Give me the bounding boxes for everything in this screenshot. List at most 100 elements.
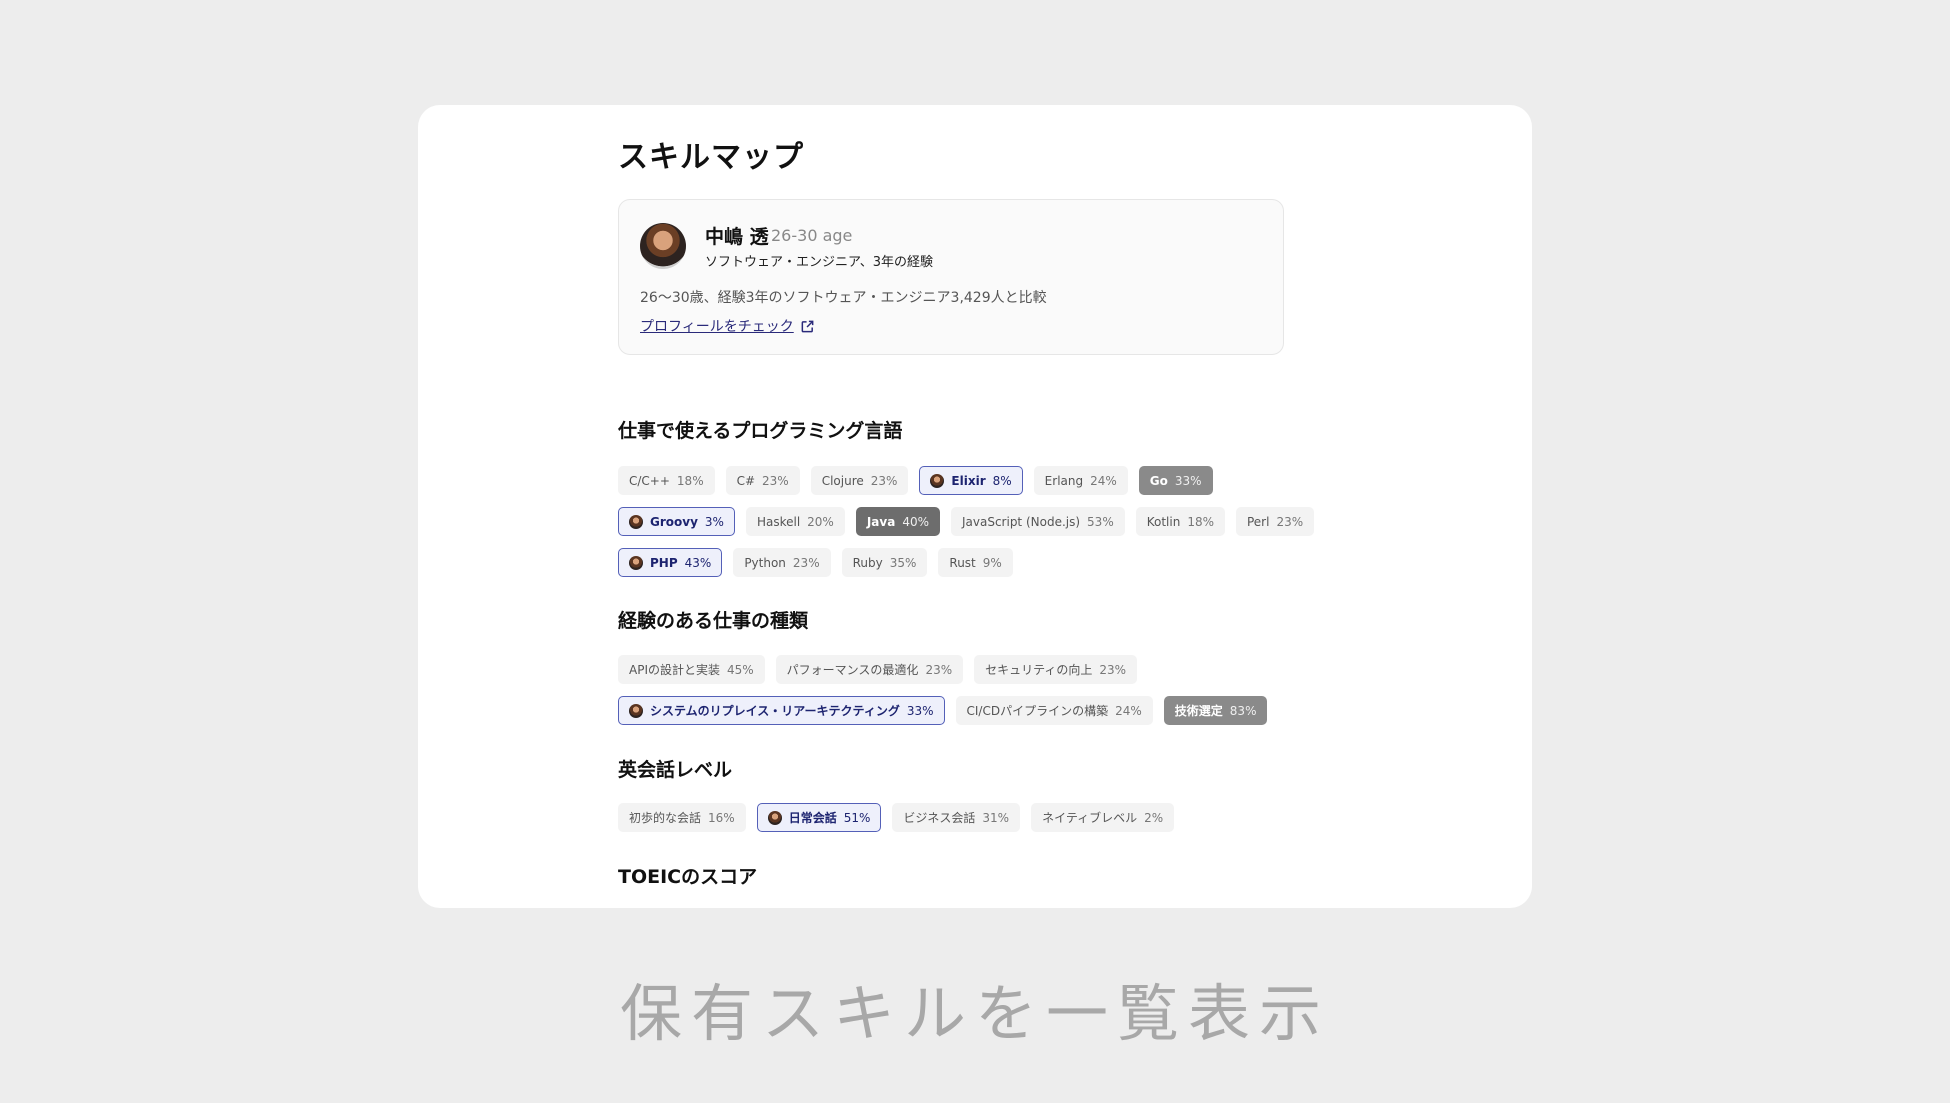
skill-tag-label: Erlang — [1044, 473, 1084, 488]
skill-tag[interactable]: 日常会話 51% — [756, 803, 882, 832]
skill-tag[interactable]: ビジネス会話 31% — [892, 803, 1021, 832]
skill-tag-label: CI/CDパイプラインの構築 — [966, 704, 1109, 718]
skill-tag[interactable]: Rust 9% — [938, 548, 1013, 577]
skill-tag-label: JavaScript (Node.js) — [961, 514, 1081, 529]
skill-tag-percent: 23% — [792, 555, 820, 570]
skill-tag-percent: 8% — [992, 473, 1012, 488]
skill-tag-percent: 83% — [1229, 703, 1257, 718]
avatar — [767, 810, 782, 825]
skill-tag-percent: 23% — [762, 473, 789, 488]
skill-tag-percent: 18% — [676, 473, 704, 488]
skill-tag-label: 技術選定 — [1174, 704, 1223, 718]
skill-tag-label: APIの設計と実装 — [629, 663, 720, 677]
tag-group-languages: C/C++ 18% C# 23% Clojure 23% Elixir 8% Erlang 24%… — [618, 466, 1315, 589]
skill-tag-label: ネイティブレベル — [1042, 811, 1138, 825]
skill-tag-label: C# — [736, 473, 756, 488]
tag-row: C/C++ 18% C# 23% Clojure 23% Elixir 8% Erlang 24%… — [618, 466, 1314, 495]
caption: 保有スキルを一覧表示 — [619, 977, 1330, 1050]
page-title: スキルマップ — [618, 140, 804, 175]
comparison-text: 26〜30歳、経験3年のソフトウェア・エンジニア3,429人と比較 — [640, 290, 1047, 306]
section-title-job-types: 経験のある仕事の種類 — [618, 610, 809, 632]
skill-tag[interactable]: PHP 43% — [618, 548, 723, 577]
skill-tag[interactable]: Ruby 35% — [841, 548, 928, 577]
skill-tag-percent: 23% — [925, 662, 953, 677]
skill-tag-percent: 20% — [807, 514, 834, 529]
tag-group-english-level: 初歩的な会話 16% 日常会話 51% ビジネス会話 31% ネイティブレベル 2% — [618, 803, 1175, 844]
skill-tag-percent: 40% — [902, 514, 929, 529]
tag-row: PHP 43% Python 23% Ruby 35% Rust 9% — [618, 548, 1314, 577]
avatar — [629, 555, 643, 570]
profile-role: ソフトウェア・エンジニア、3年の経験 — [705, 255, 933, 270]
skill-tag[interactable]: Kotlin 18% — [1135, 507, 1225, 536]
skill-tag[interactable]: Clojure 23% — [810, 466, 909, 495]
skill-tag-label: パフォーマンスの最適化 — [786, 663, 919, 677]
skill-tag-label: Python — [744, 555, 786, 570]
skill-tag-label: Ruby — [852, 555, 883, 570]
skill-tag[interactable]: Java 40% — [855, 507, 940, 536]
skill-tag[interactable]: C# 23% — [725, 466, 800, 495]
skill-tag[interactable]: CI/CDパイプラインの構築 24% — [955, 696, 1153, 725]
skill-tag-percent: 35% — [889, 555, 917, 570]
skill-tag-label: C/C++ — [629, 473, 670, 488]
skill-tag[interactable]: APIの設計と実装 45% — [618, 655, 765, 684]
tag-group-job-types: APIの設計と実装 45% パフォーマンスの最適化 23% セキュリティの向上 23% シス… — [618, 655, 1268, 737]
skill-tag-percent: 33% — [906, 703, 934, 718]
skill-tag-label: 日常会話 — [788, 811, 837, 825]
avatar — [629, 703, 643, 718]
skill-tag[interactable]: Elixir 8% — [919, 466, 1023, 495]
profile-link[interactable]: プロフィールをチェック — [640, 316, 815, 336]
skill-tag[interactable]: システムのリプレイス・リアーキテクティング 33% — [618, 696, 945, 725]
skill-tag-label: Go — [1149, 473, 1168, 488]
skill-tag[interactable]: Erlang 24% — [1033, 466, 1128, 495]
skill-tag[interactable]: 技術選定 83% — [1163, 696, 1268, 725]
skill-tag-percent: 51% — [843, 810, 871, 825]
skill-tag-percent: 33% — [1174, 473, 1202, 488]
section-title-toeic: TOEICのスコア — [618, 866, 758, 888]
skill-tag-percent: 24% — [1090, 473, 1117, 488]
skill-tag-percent: 3% — [704, 514, 724, 529]
skill-tag[interactable]: セキュリティの向上 23% — [974, 655, 1138, 684]
tag-row: 初歩的な会話 16% 日常会話 51% ビジネス会話 31% ネイティブレベル 2% — [618, 803, 1175, 832]
skill-tag-percent: 45% — [727, 662, 754, 677]
skill-tag[interactable]: Perl 23% — [1235, 507, 1315, 536]
skill-tag-percent: 31% — [982, 810, 1010, 825]
skill-tag-label: Perl — [1246, 514, 1270, 529]
skill-tag-percent: 43% — [684, 555, 712, 570]
avatar — [930, 473, 945, 488]
tag-row: Groovy 3% Haskell 20% Java 40% JavaScript (Nod… — [618, 507, 1315, 536]
skill-tag-percent: 23% — [1099, 662, 1127, 677]
skill-tag-percent: 2% — [1144, 810, 1164, 825]
skill-tag-label: Elixir — [951, 473, 986, 488]
skill-tag[interactable]: 初歩的な会話 16% — [618, 803, 746, 832]
skill-tag-percent: 9% — [982, 555, 1002, 570]
profile-age: 26-30 age — [771, 226, 853, 245]
skill-tag[interactable]: パフォーマンスの最適化 23% — [775, 655, 964, 684]
skill-tag[interactable]: JavaScript (Node.js) 53% — [950, 507, 1125, 536]
section-title-languages: 仕事で使えるプログラミング言語 — [618, 420, 903, 442]
skill-tag[interactable]: Python 23% — [733, 548, 831, 577]
skill-tag[interactable]: Go 33% — [1138, 466, 1213, 495]
skill-tag-label: 初歩的な会話 — [629, 811, 702, 825]
skill-tag[interactable]: ネイティブレベル 2% — [1031, 803, 1175, 832]
skill-tag-label: ビジネス会話 — [903, 811, 976, 825]
avatar — [629, 514, 643, 529]
skill-tag-label: Java — [866, 514, 896, 529]
tag-row: APIの設計と実装 45% パフォーマンスの最適化 23% セキュリティの向上 23% — [618, 655, 1267, 684]
skill-tag-percent: 23% — [1276, 514, 1304, 529]
skill-tag-percent: 16% — [708, 810, 735, 825]
profile-link-label: プロフィールをチェック — [640, 319, 794, 335]
skill-tag[interactable]: Groovy 3% — [618, 507, 735, 536]
external-link-icon — [801, 320, 814, 332]
skill-tag-percent: 23% — [870, 473, 898, 488]
skill-tag-label: Kotlin — [1146, 514, 1181, 529]
skill-tag[interactable]: Haskell 20% — [745, 507, 845, 536]
skill-tag[interactable]: C/C++ 18% — [618, 466, 715, 495]
skill-tag-label: セキュリティの向上 — [985, 663, 1093, 677]
profile-card: 中嶋 透 26-30 age ソフトウェア・エンジニア、3年の経験 26〜30歳… — [618, 199, 1284, 355]
tag-row: システムのリプレイス・リアーキテクティング 33% CI/CDパイプラインの構築 24… — [618, 696, 1268, 725]
skill-tag-label: Rust — [949, 555, 976, 570]
skill-tag-percent: 53% — [1087, 514, 1114, 529]
skill-tag-label: Clojure — [821, 473, 864, 488]
skill-tag-percent: 18% — [1187, 514, 1214, 529]
avatar — [640, 223, 686, 269]
